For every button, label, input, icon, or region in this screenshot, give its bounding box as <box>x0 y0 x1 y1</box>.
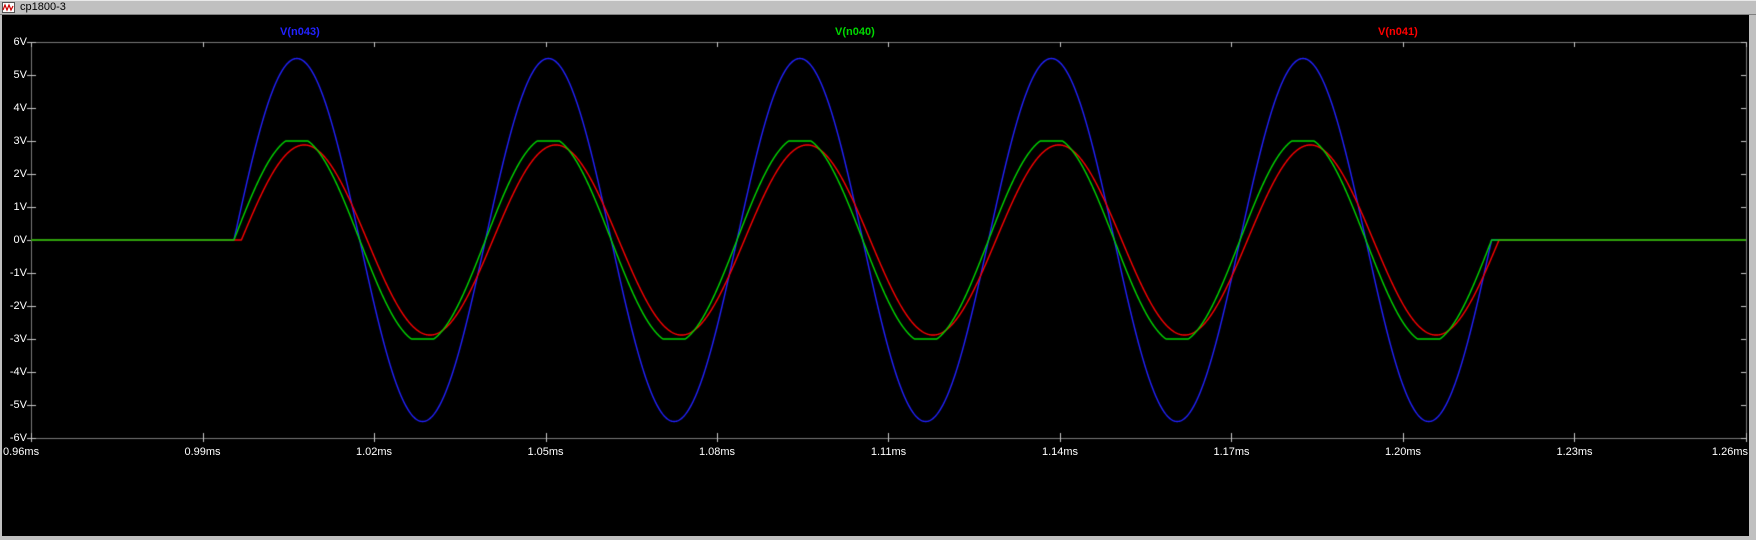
y-tick-label: -2V <box>9 300 27 312</box>
y-tick-label: 0V <box>13 234 27 246</box>
window-icon <box>2 1 15 13</box>
x-tick-label: 0.99ms <box>184 446 221 458</box>
y-tick-label: 4V <box>13 102 27 114</box>
window-title: cp1800-3 <box>20 0 66 13</box>
y-tick-label: -3V <box>9 333 27 345</box>
y-tick-label: 6V <box>13 36 27 48</box>
y-tick-label: 5V <box>13 69 27 81</box>
x-tick-label: 1.08ms <box>698 446 736 458</box>
y-tick-label: 2V <box>13 168 27 180</box>
window-border-right <box>1749 15 1756 540</box>
y-tick-label: -6V <box>9 432 27 444</box>
x-tick-label: 0.96ms <box>3 446 40 458</box>
window-border-bottom <box>0 536 1756 540</box>
x-tick-label: 1.14ms <box>1041 446 1079 458</box>
y-tick-label: -1V <box>9 267 27 279</box>
x-tick-label: 1.05ms <box>527 446 564 458</box>
waveform-plot[interactable] <box>0 0 1756 540</box>
y-tick-label: -5V <box>9 399 27 411</box>
x-tick-label: 1.02ms <box>355 446 393 458</box>
trace-label-vn043[interactable]: V(n043) <box>280 26 320 38</box>
y-tick-label: 1V <box>13 201 27 213</box>
trace-label-vn041[interactable]: V(n041) <box>1378 26 1418 38</box>
x-tick-label: 1.23ms <box>1556 446 1593 458</box>
waveform-viewer-window: cp1800-3 V(n043) V(n040) V(n041) 6V 5V 4V 3… <box>0 0 1756 540</box>
y-tick-label: -4V <box>9 366 27 378</box>
x-tick-label: 1.11ms <box>870 446 907 458</box>
titlebar[interactable]: cp1800-3 <box>0 0 1756 15</box>
window-border-left <box>0 15 2 540</box>
x-tick-label: 1.26ms <box>1711 446 1748 458</box>
x-tick-label: 1.20ms <box>1384 446 1422 458</box>
x-tick-label: 1.17ms <box>1213 446 1250 458</box>
trace-label-vn040[interactable]: V(n040) <box>835 26 875 38</box>
y-tick-label: 3V <box>13 135 27 147</box>
